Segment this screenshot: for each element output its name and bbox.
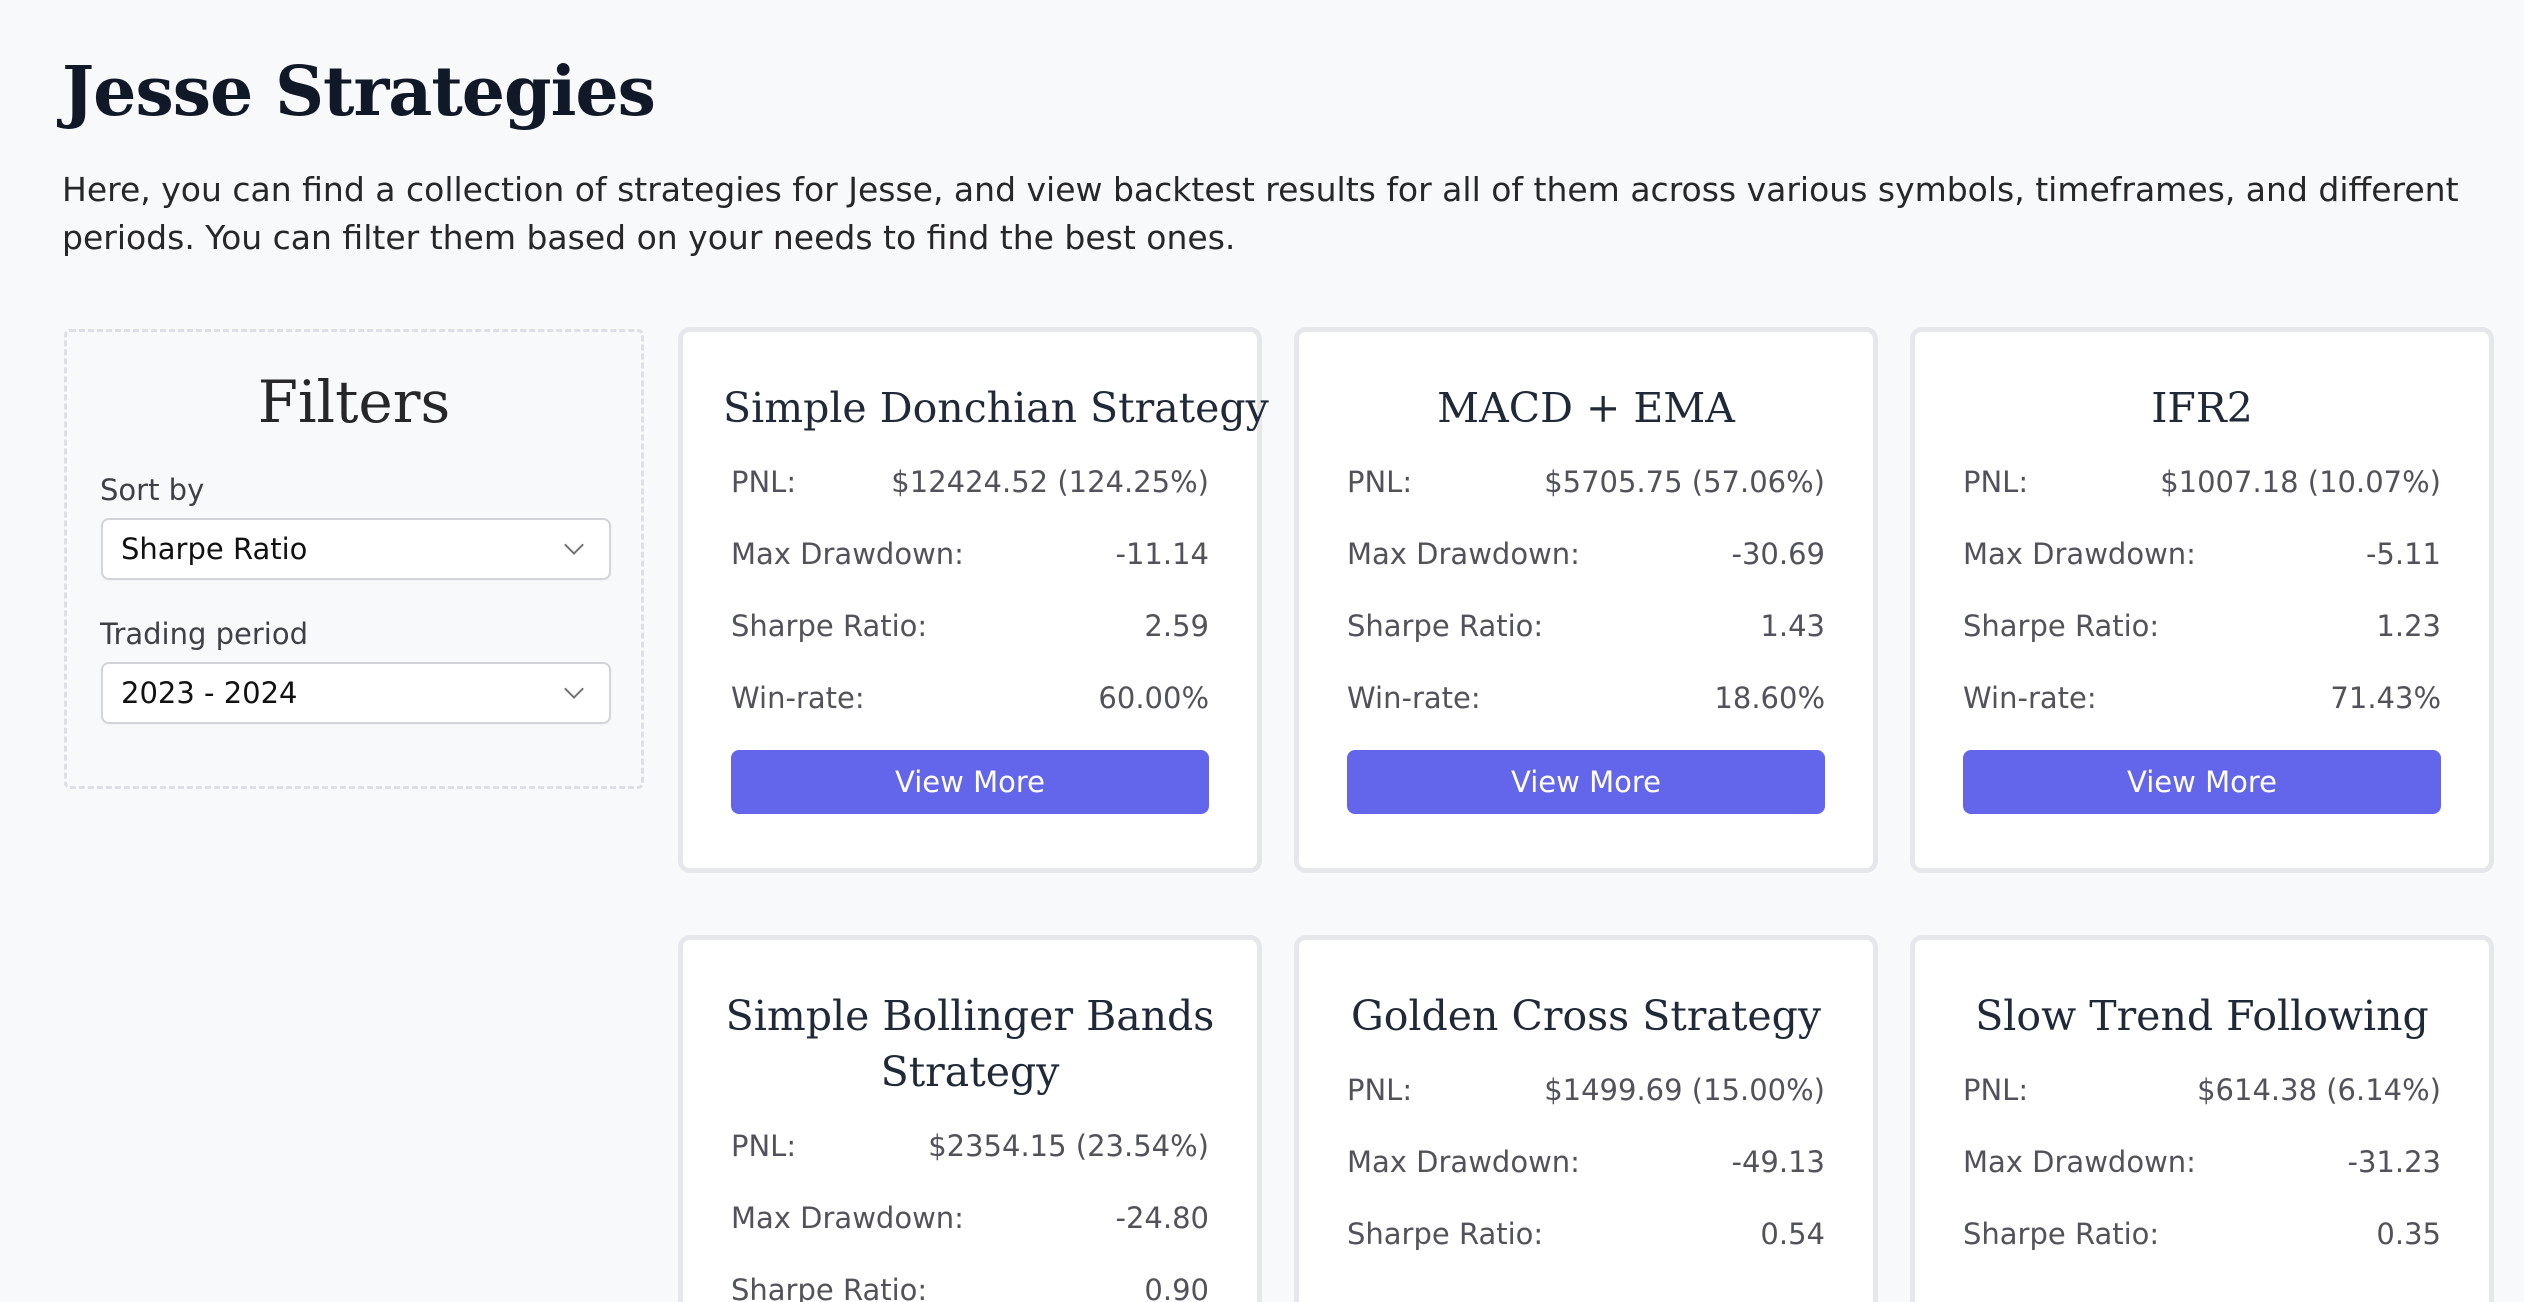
strategy-card: MACD + EMA PNL: $5705.75 (57.06%) Max Dr… xyxy=(1294,327,1878,873)
sharpe-ratio-value: 1.23 xyxy=(2376,609,2441,643)
view-more-button[interactable]: View More xyxy=(1347,750,1825,814)
sharpe-ratio-label: Sharpe Ratio: xyxy=(731,1273,928,1302)
trading-period-value: 2023 - 2024 xyxy=(121,676,298,710)
win-rate-row: Win-rate: 60.00% xyxy=(731,662,1209,734)
sharpe-ratio-row: Sharpe Ratio: 0.35 xyxy=(1963,1198,2441,1270)
max-drawdown-value: -49.13 xyxy=(1731,1145,1826,1179)
pnl-label: PNL: xyxy=(1963,1073,2029,1107)
sharpe-ratio-label: Sharpe Ratio: xyxy=(1963,1217,2160,1251)
pnl-label: PNL: xyxy=(1347,1073,1413,1107)
strategy-card: Simple Donchian Strategy PNL: $12424.52 … xyxy=(678,327,1269,873)
pnl-value: $5705.75 (57.06%) xyxy=(1544,465,1825,499)
max-drawdown-row: Max Drawdown: -11.14 xyxy=(731,518,1209,590)
sort-by-value: Sharpe Ratio xyxy=(121,532,308,566)
max-drawdown-label: Max Drawdown: xyxy=(731,537,964,571)
max-drawdown-row: Max Drawdown: -49.13 xyxy=(1347,1126,1825,1198)
win-rate-value: 18.60% xyxy=(1714,681,1825,715)
win-rate-label: Win-rate: xyxy=(731,681,865,715)
sharpe-ratio-row: Sharpe Ratio: 0.90 xyxy=(731,1254,1209,1302)
pnl-value: $2354.15 (23.54%) xyxy=(928,1129,1209,1163)
max-drawdown-value: -11.14 xyxy=(1115,537,1210,571)
sharpe-ratio-label: Sharpe Ratio: xyxy=(1347,609,1544,643)
max-drawdown-label: Max Drawdown: xyxy=(731,1201,964,1235)
sharpe-ratio-row: Sharpe Ratio: 1.43 xyxy=(1347,590,1825,662)
sharpe-ratio-value: 2.59 xyxy=(1144,609,1209,643)
pnl-row: PNL: $614.38 (6.14%) xyxy=(1963,1054,2441,1126)
sort-by-label: Sort by xyxy=(100,473,205,507)
page-intro: Here, you can find a collection of strat… xyxy=(62,170,2459,257)
max-drawdown-label: Max Drawdown: xyxy=(1963,1145,2196,1179)
pnl-label: PNL: xyxy=(731,465,797,499)
view-more-button[interactable]: View More xyxy=(731,750,1209,814)
strategy-card: IFR2 PNL: $1007.18 (10.07%) Max Drawdown… xyxy=(1910,327,2494,873)
filters-title: Filters xyxy=(257,368,451,436)
max-drawdown-label: Max Drawdown: xyxy=(1347,537,1580,571)
win-rate-row: Win-rate: 18.60% xyxy=(1347,662,1825,734)
sharpe-ratio-value: 1.43 xyxy=(1760,609,1825,643)
max-drawdown-label: Max Drawdown: xyxy=(1347,1145,1580,1179)
page-title: Jesse Strategies xyxy=(62,52,656,132)
pnl-label: PNL: xyxy=(1963,465,2029,499)
max-drawdown-row: Max Drawdown: -5.11 xyxy=(1963,518,2441,590)
sharpe-ratio-label: Sharpe Ratio: xyxy=(731,609,928,643)
pnl-row: PNL: $5705.75 (57.06%) xyxy=(1347,446,1825,518)
pnl-value: $1499.69 (15.00%) xyxy=(1544,1073,1825,1107)
trading-period-label: Trading period xyxy=(100,617,308,651)
filters-panel: Filters Sort by Sharpe Ratio Trading per… xyxy=(64,329,644,789)
max-drawdown-value: -31.23 xyxy=(2347,1145,2442,1179)
pnl-row: PNL: $12424.52 (124.25%) xyxy=(731,446,1209,518)
pnl-label: PNL: xyxy=(1347,465,1413,499)
strategy-stats: PNL: $1499.69 (15.00%) Max Drawdown: -49… xyxy=(1347,1054,1825,1270)
sharpe-ratio-value: 0.90 xyxy=(1144,1273,1209,1302)
max-drawdown-value: -24.80 xyxy=(1115,1201,1210,1235)
sharpe-ratio-row: Sharpe Ratio: 0.54 xyxy=(1347,1198,1825,1270)
strategy-card: Simple Bollinger Bands Strategy PNL: $23… xyxy=(678,935,1262,1302)
chevron-down-icon xyxy=(564,679,584,699)
max-drawdown-value: -5.11 xyxy=(2365,537,2441,571)
strategy-name: IFR2 xyxy=(2151,384,2253,432)
strategy-stats: PNL: $614.38 (6.14%) Max Drawdown: -31.2… xyxy=(1963,1054,2441,1270)
view-more-button[interactable]: View More xyxy=(1963,750,2441,814)
chevron-down-icon xyxy=(564,535,584,555)
max-drawdown-value: -30.69 xyxy=(1731,537,1826,571)
pnl-row: PNL: $1499.69 (15.00%) xyxy=(1347,1054,1825,1126)
max-drawdown-label: Max Drawdown: xyxy=(1963,537,2196,571)
strategy-card: Golden Cross Strategy PNL: $1499.69 (15.… xyxy=(1294,935,1878,1302)
win-rate-label: Win-rate: xyxy=(1347,681,1481,715)
win-rate-value: 71.43% xyxy=(2330,681,2441,715)
sharpe-ratio-row: Sharpe Ratio: 1.23 xyxy=(1963,590,2441,662)
trading-period-select[interactable]: 2023 - 2024 xyxy=(101,662,611,724)
sharpe-ratio-label: Sharpe Ratio: xyxy=(1963,609,2160,643)
strategy-card: Slow Trend Following PNL: $614.38 (6.14%… xyxy=(1910,935,2494,1302)
strategy-stats: PNL: $2354.15 (23.54%) Max Drawdown: -24… xyxy=(731,1110,1209,1302)
max-drawdown-row: Max Drawdown: -30.69 xyxy=(1347,518,1825,590)
sharpe-ratio-row: Sharpe Ratio: 2.59 xyxy=(731,590,1209,662)
pnl-value: $12424.52 (124.25%) xyxy=(891,465,1209,499)
sharpe-ratio-value: 0.35 xyxy=(2376,1217,2441,1251)
sharpe-ratio-value: 0.54 xyxy=(1760,1217,1825,1251)
sort-by-select[interactable]: Sharpe Ratio xyxy=(101,518,611,580)
pnl-label: PNL: xyxy=(731,1129,797,1163)
strategy-stats: PNL: $5705.75 (57.06%) Max Drawdown: -30… xyxy=(1347,446,1825,734)
strategy-name: MACD + EMA xyxy=(1437,384,1735,432)
max-drawdown-row: Max Drawdown: -31.23 xyxy=(1963,1126,2441,1198)
pnl-value: $614.38 (6.14%) xyxy=(2197,1073,2441,1107)
pnl-value: $1007.18 (10.07%) xyxy=(2160,465,2441,499)
page: Jesse Strategies Here, you can find a co… xyxy=(0,0,2524,1302)
pnl-row: PNL: $2354.15 (23.54%) xyxy=(731,1110,1209,1182)
strategy-name: Simple Donchian Strategy xyxy=(723,384,1269,432)
win-rate-label: Win-rate: xyxy=(1963,681,2097,715)
pnl-row: PNL: $1007.18 (10.07%) xyxy=(1963,446,2441,518)
strategy-name: Golden Cross Strategy xyxy=(1350,992,1822,1040)
max-drawdown-row: Max Drawdown: -24.80 xyxy=(731,1182,1209,1254)
strategy-name: Simple Bollinger Bands Strategy xyxy=(725,992,1215,1096)
win-rate-value: 60.00% xyxy=(1098,681,1209,715)
strategy-name: Slow Trend Following xyxy=(1975,992,2429,1040)
win-rate-row: Win-rate: 71.43% xyxy=(1963,662,2441,734)
strategy-stats: PNL: $12424.52 (124.25%) Max Drawdown: -… xyxy=(731,446,1209,734)
sharpe-ratio-label: Sharpe Ratio: xyxy=(1347,1217,1544,1251)
strategy-stats: PNL: $1007.18 (10.07%) Max Drawdown: -5.… xyxy=(1963,446,2441,734)
